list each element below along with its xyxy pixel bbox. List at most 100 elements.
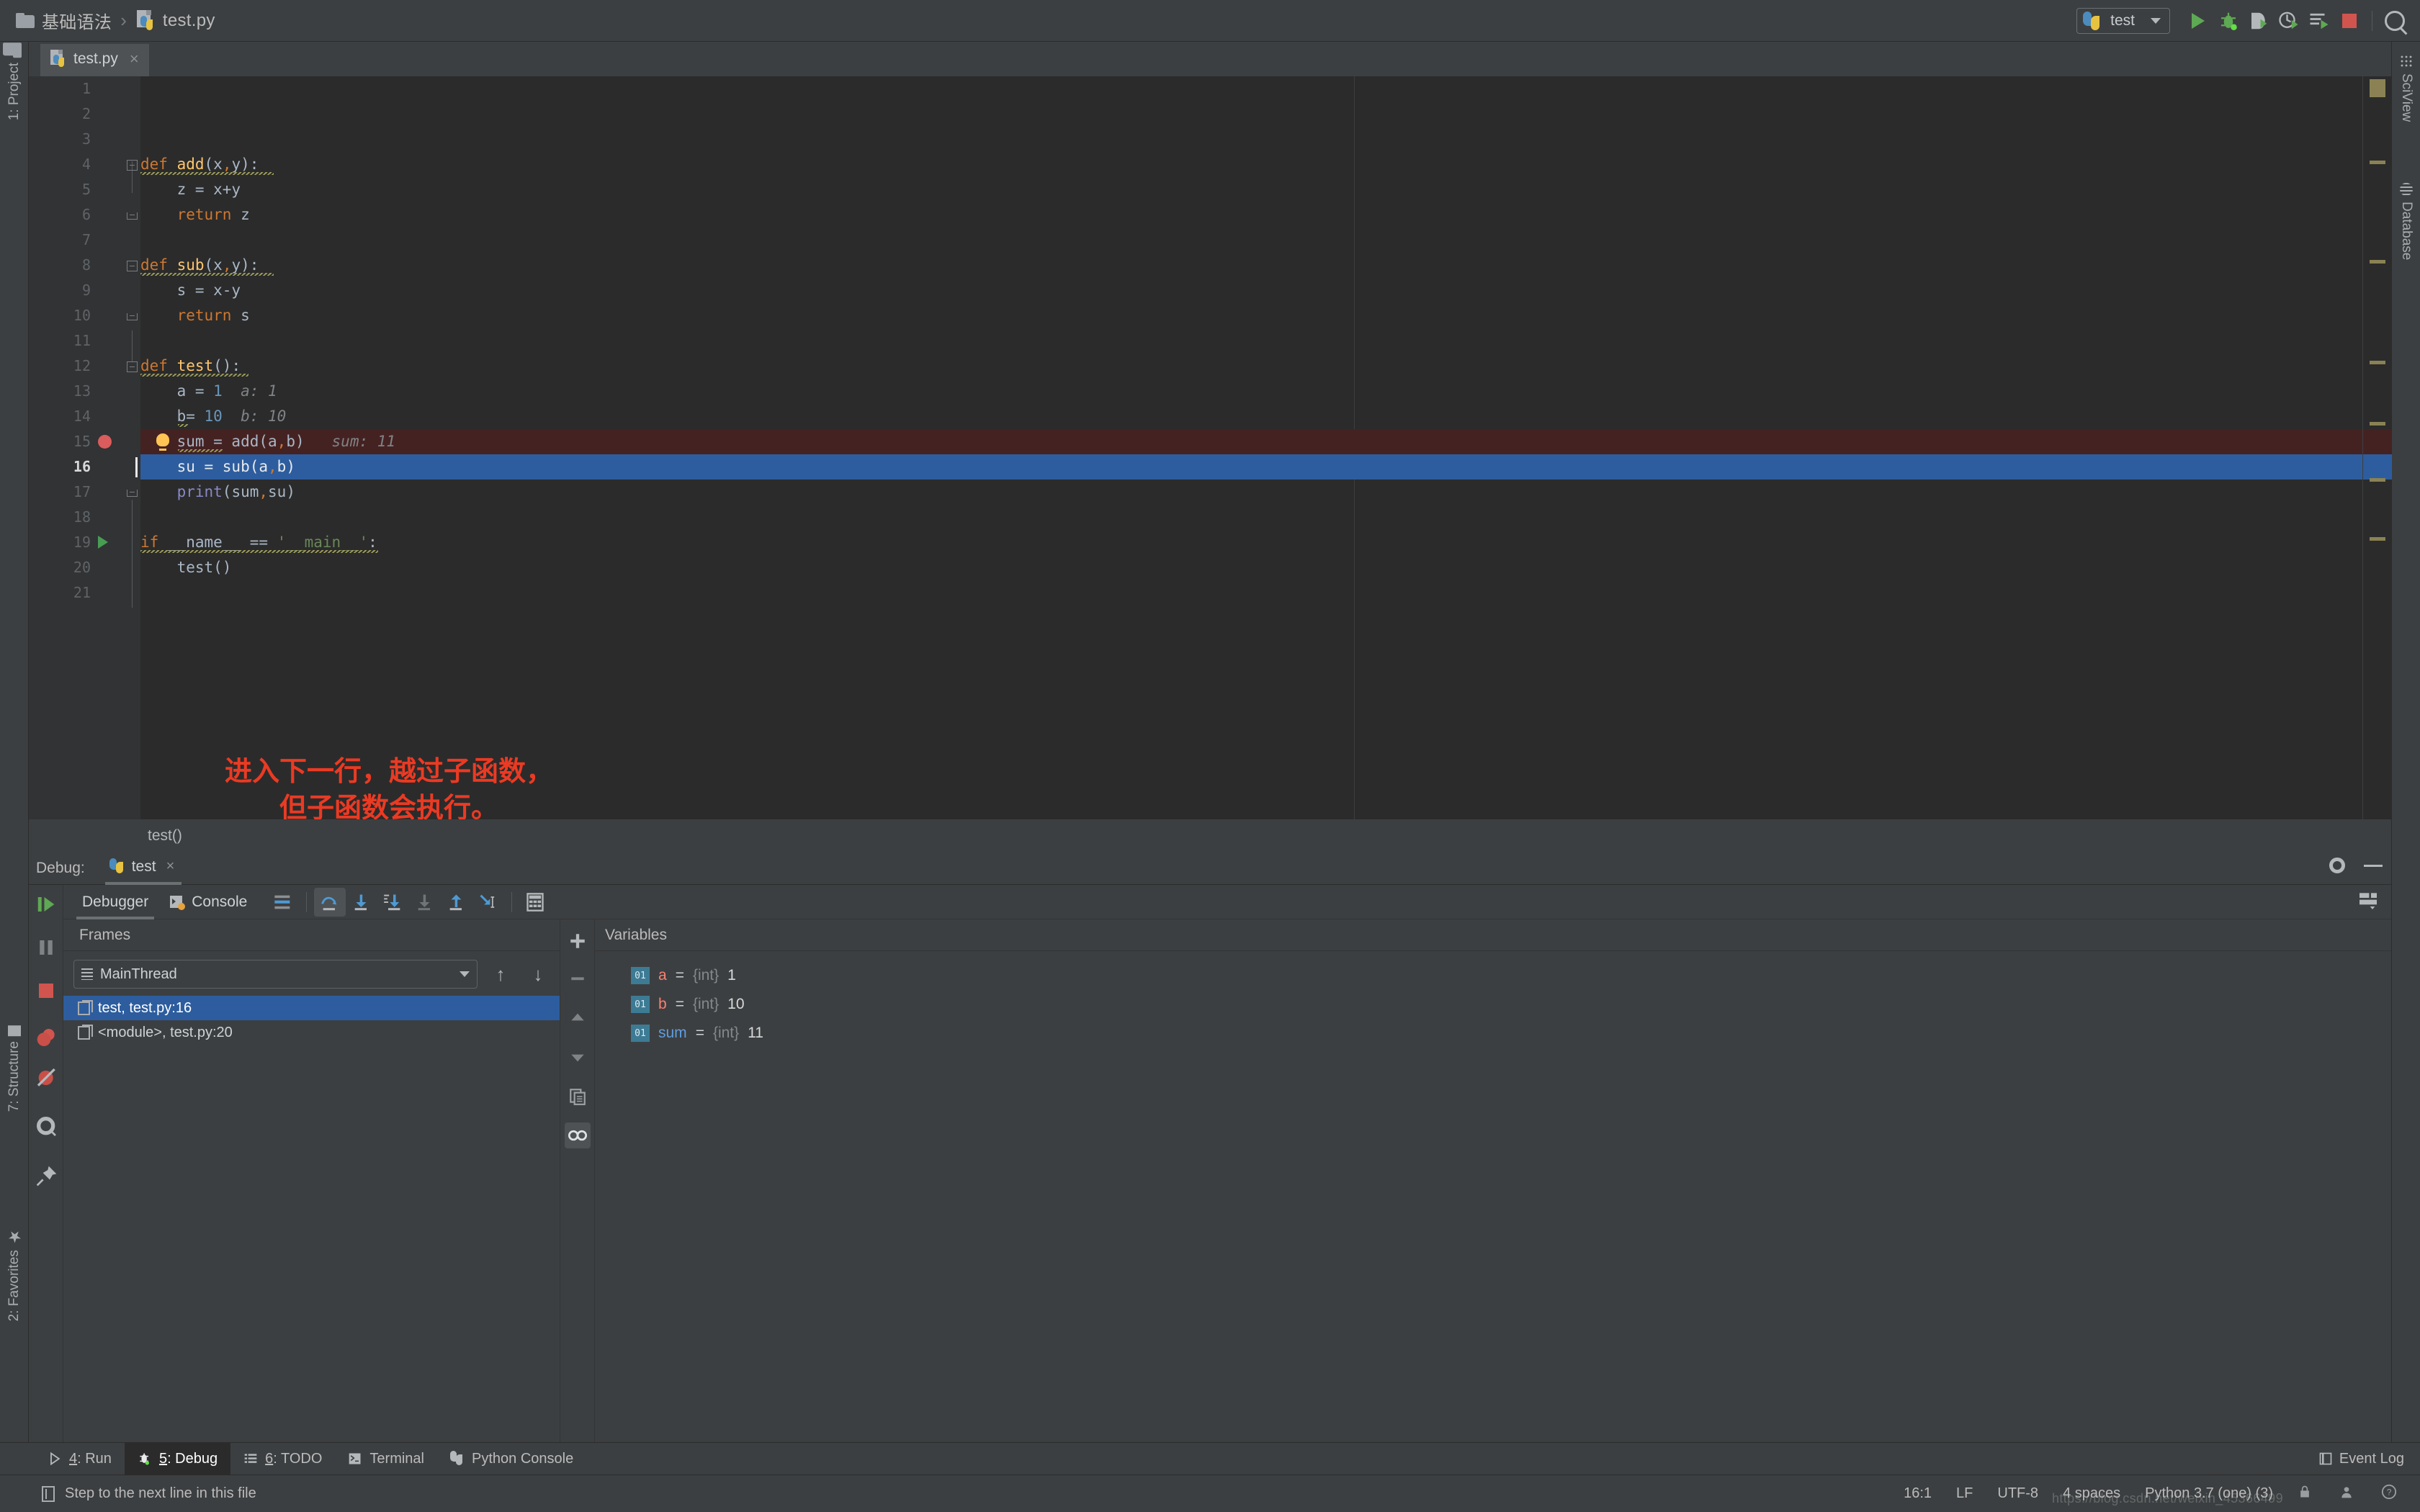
inline-watches-button[interactable] — [565, 1122, 591, 1148]
fold-end-icon[interactable] — [127, 490, 138, 497]
code-editor[interactable]: 1 2 3 4 def add(x,y): 5 z = x+y 6 return… — [29, 76, 2392, 991]
move-up-button[interactable] — [566, 1006, 589, 1029]
add-watch-button[interactable] — [566, 930, 589, 953]
tool-window-terminal[interactable]: Terminal — [335, 1443, 437, 1475]
frame-down-button[interactable]: ↓ — [524, 963, 552, 986]
editor-tab-label: test.py — [73, 50, 118, 67]
tool-window-debug-num: 5 — [158, 1450, 168, 1467]
frame-up-button[interactable]: ↑ — [486, 963, 515, 986]
force-step-into-button[interactable] — [377, 888, 409, 917]
sidebar-item-database[interactable]: Database — [2392, 179, 2420, 264]
resume-program-button[interactable] — [35, 894, 57, 915]
sidebar-item-favorites[interactable]: 2: Favorites ★ — [0, 1223, 29, 1326]
line-number: 13 — [73, 382, 91, 400]
frame-label: <module>, test.py:20 — [98, 1024, 233, 1040]
star-icon: ★ — [5, 1227, 23, 1245]
fold-end-icon[interactable] — [127, 313, 138, 320]
error-stripe-gutter[interactable] — [2362, 76, 2392, 819]
close-icon[interactable]: × — [166, 858, 175, 875]
code-line: 6 return z — [29, 202, 2391, 228]
sidebar-item-sciview[interactable]: SciView — [2392, 50, 2420, 126]
gear-icon[interactable] — [2329, 858, 2345, 873]
status-indent[interactable]: 4 spaces — [2063, 1485, 2120, 1502]
show-execution-point-button[interactable] — [267, 888, 299, 917]
pycharm-window: 基础语法 › test.py test 1: Project 7: Struct… — [0, 0, 2420, 1512]
code-line: 18 — [29, 505, 2391, 530]
tool-window-python-console[interactable]: Python Console — [437, 1443, 586, 1475]
variable-value: 1 — [727, 967, 736, 984]
pin-tab-button[interactable] — [35, 1164, 57, 1187]
line-number: 8 — [81, 256, 91, 274]
step-over-button[interactable] — [314, 887, 346, 917]
stop-button[interactable] — [35, 980, 57, 1002]
code-text: s = x-y — [140, 282, 241, 299]
mute-breakpoints-button[interactable] — [35, 1066, 57, 1088]
event-log-button[interactable]: Event Log — [2318, 1451, 2404, 1467]
fold-end-icon[interactable] — [127, 212, 138, 220]
run-to-cursor-button[interactable] — [472, 888, 504, 917]
step-into-button[interactable] — [346, 888, 377, 917]
status-interpreter[interactable]: Python 3.7 (one) (3) — [2145, 1485, 2273, 1502]
line-number: 21 — [73, 584, 91, 601]
sidebar-item-structure[interactable]: 7: Structure — [0, 1021, 29, 1116]
editor-tab-test-py[interactable]: test.py × — [40, 44, 149, 76]
tool-window-debug[interactable]: 5: Debug — [124, 1442, 231, 1475]
run-button[interactable] — [2183, 6, 2213, 36]
frame-item[interactable]: <module>, test.py:20 — [63, 1020, 560, 1045]
breakpoint-icon[interactable] — [98, 435, 112, 449]
tool-window-todo[interactable]: 6: TODO — [230, 1443, 335, 1475]
search-everywhere-button[interactable] — [2380, 6, 2410, 36]
thread-icon — [81, 968, 93, 980]
breadcrumb-file[interactable]: test.py — [163, 11, 215, 31]
variable-row[interactable]: 01 a = {int} 1 — [595, 961, 2391, 990]
memory-indicator[interactable] — [2339, 1484, 2357, 1504]
status-line-separator[interactable]: LF — [1956, 1485, 1973, 1502]
tab-console[interactable]: Console — [158, 885, 257, 919]
stop-button[interactable] — [2334, 6, 2365, 36]
variable-row[interactable]: 01 sum = {int} 11 — [595, 1019, 2391, 1048]
profile-button[interactable] — [2274, 6, 2304, 36]
remove-watch-button[interactable] — [566, 967, 589, 990]
copy-value-button[interactable] — [566, 1085, 589, 1108]
layout-settings-button[interactable] — [2355, 889, 2381, 916]
inline-hint: sum: 11 — [331, 433, 396, 450]
close-icon[interactable]: × — [130, 50, 139, 68]
debug-toolbar: Debugger Console — [29, 885, 2391, 919]
variables-title: Variables — [595, 919, 2391, 951]
breadcrumb-folder[interactable]: 基础语法 — [42, 8, 112, 33]
thread-selector[interactable]: MainThread — [73, 960, 478, 989]
run-with-console-button[interactable] — [2304, 6, 2334, 36]
variable-row[interactable]: 01 b = {int} 10 — [595, 990, 2391, 1019]
pause-program-button[interactable] — [35, 937, 57, 958]
tool-window-run[interactable]: 4: Run — [35, 1443, 125, 1475]
help-icon[interactable]: ? — [2381, 1484, 2398, 1504]
step-into-my-code-button[interactable] — [409, 888, 441, 917]
variable-type: {int} — [712, 1025, 740, 1041]
fold-collapse-icon[interactable] — [127, 361, 138, 372]
view-breakpoints-button[interactable] — [35, 1026, 57, 1048]
move-down-button[interactable] — [566, 1046, 589, 1069]
fold-collapse-icon[interactable] — [127, 160, 138, 171]
tab-debugger[interactable]: Debugger — [72, 885, 158, 919]
status-encoding[interactable]: UTF-8 — [1997, 1485, 2038, 1502]
lock-icon[interactable] — [2298, 1484, 2315, 1504]
code-line: 19 if __name__ == '__main__': — [29, 530, 2391, 555]
debug-button[interactable] — [2213, 6, 2244, 36]
run-line-icon[interactable] — [98, 536, 108, 549]
variable-name: sum — [658, 1025, 687, 1041]
step-out-button[interactable] — [441, 888, 472, 917]
frame-item-selected[interactable]: test, test.py:16 — [63, 996, 560, 1020]
run-configuration-selector[interactable]: test — [2076, 8, 2170, 34]
fold-collapse-icon[interactable] — [127, 261, 138, 271]
coverage-button[interactable] — [2244, 6, 2274, 36]
sidebar-item-project[interactable]: 1: Project — [0, 42, 29, 125]
frames-panel: Frames MainThread ↑ ↓ test, test.py:16 <… — [63, 919, 560, 1442]
debug-session-tab[interactable]: test × — [104, 852, 182, 885]
evaluate-expression-button[interactable] — [519, 888, 551, 917]
todo-icon — [244, 1454, 257, 1463]
minimize-icon[interactable] — [2364, 864, 2383, 867]
status-caret-position[interactable]: 16:1 — [1904, 1485, 1932, 1502]
settings-button[interactable] — [35, 1115, 57, 1137]
sidebar-item-database-label: Database — [2399, 202, 2414, 261]
editor-breadcrumb-label[interactable]: test() — [29, 819, 2391, 852]
